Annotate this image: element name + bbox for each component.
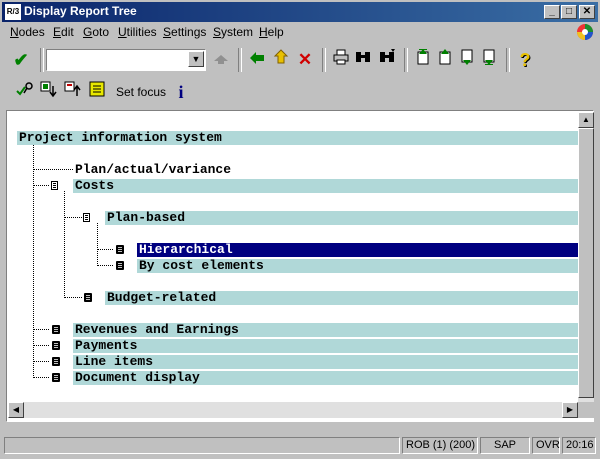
back-arrow-icon[interactable] bbox=[246, 49, 268, 71]
report-tree: Project information system Plan/actual/v… bbox=[6, 110, 594, 422]
list-icon[interactable] bbox=[86, 81, 108, 103]
enter-check-icon[interactable]: ✔ bbox=[10, 49, 32, 71]
find-icon[interactable] bbox=[352, 49, 374, 71]
tree-node-plan-actual-variance[interactable]: Plan/actual/variance bbox=[73, 163, 581, 177]
menu-system[interactable]: System bbox=[213, 25, 253, 39]
tree-connector bbox=[97, 223, 98, 266]
tree-connector bbox=[33, 361, 49, 362]
tree-connector bbox=[64, 297, 82, 298]
tree-node-hierarchical[interactable]: Hierarchical bbox=[137, 243, 581, 257]
title-bar: R/3 Display Report Tree _ □ ✕ bbox=[2, 2, 598, 22]
folder-icon bbox=[116, 261, 124, 270]
expanded-node-icon[interactable] bbox=[51, 181, 58, 190]
toolbar-separator bbox=[40, 48, 44, 72]
status-time: 20:16 bbox=[562, 437, 596, 454]
tree-node-by-cost-elements[interactable]: By cost elements bbox=[137, 259, 581, 273]
tree-node-line-items[interactable]: Line items bbox=[73, 355, 581, 369]
tree-node-plan-based[interactable]: Plan-based bbox=[105, 211, 581, 225]
folder-icon bbox=[116, 245, 124, 254]
maximize-button[interactable]: □ bbox=[561, 5, 577, 19]
toolbar-separator bbox=[506, 48, 510, 72]
save-icon[interactable] bbox=[210, 49, 232, 71]
first-page-icon[interactable] bbox=[412, 49, 434, 71]
expanded-node-icon[interactable] bbox=[83, 213, 90, 222]
menu-settings[interactable]: Settings bbox=[163, 25, 206, 39]
menu-goto[interactable]: Goto bbox=[83, 25, 109, 39]
print-icon[interactable] bbox=[330, 49, 352, 71]
scroll-right-icon[interactable]: ▶ bbox=[562, 402, 578, 418]
tree-connector bbox=[97, 249, 113, 250]
folder-icon bbox=[52, 373, 60, 382]
menu-help[interactable]: Help bbox=[259, 25, 284, 39]
tree-node-document-display[interactable]: Document display bbox=[73, 371, 581, 385]
folder-icon bbox=[84, 293, 92, 302]
tree-node-payments[interactable]: Payments bbox=[73, 339, 581, 353]
status-system-info[interactable]: ROB (1) (200) bbox=[402, 437, 478, 454]
menu-utilities[interactable]: Utilities bbox=[118, 25, 157, 39]
sap-logo-icon bbox=[577, 24, 593, 40]
toolbar-separator bbox=[238, 48, 242, 72]
command-dropdown-button[interactable]: ▼ bbox=[188, 51, 204, 67]
tree-connector bbox=[33, 145, 34, 378]
toolbar-separator bbox=[322, 48, 326, 72]
tree-node-budget-related[interactable]: Budget-related bbox=[105, 291, 581, 305]
window-title: Display Report Tree bbox=[24, 4, 137, 18]
tree-node-costs[interactable]: Costs bbox=[73, 179, 581, 193]
tree-connector bbox=[64, 191, 65, 298]
status-sap: SAP bbox=[480, 437, 530, 454]
status-message-area bbox=[4, 437, 400, 454]
tree-connector bbox=[97, 265, 113, 266]
scroll-up-icon[interactable]: ▲ bbox=[578, 112, 594, 128]
horizontal-scrollbar[interactable]: ◀ ▶ bbox=[8, 402, 578, 418]
info-icon[interactable]: i bbox=[170, 81, 192, 103]
tree-connector bbox=[64, 217, 82, 218]
toolbar-separator bbox=[404, 48, 408, 72]
cancel-x-icon[interactable]: ✕ bbox=[294, 49, 316, 71]
tree-root[interactable]: Project information system bbox=[17, 131, 581, 145]
tree-connector bbox=[33, 169, 75, 170]
help-question-icon[interactable]: ? bbox=[514, 49, 536, 71]
menu-bar: Nodes Edit Goto Utilities Settings Syste… bbox=[2, 22, 598, 42]
command-input[interactable] bbox=[48, 51, 188, 67]
tree-connector bbox=[33, 377, 49, 378]
close-button[interactable]: ✕ bbox=[579, 5, 595, 19]
set-focus-button[interactable]: Set focus bbox=[116, 85, 166, 99]
app-icon[interactable]: R/3 bbox=[5, 4, 21, 20]
folder-icon bbox=[52, 341, 60, 350]
status-mode[interactable]: OVR bbox=[532, 437, 560, 454]
standard-toolbar: ✔ ▼ ✕ ? bbox=[2, 44, 598, 76]
tree-connector bbox=[33, 345, 49, 346]
application-toolbar: Set focus i bbox=[2, 78, 598, 106]
vertical-scrollbar[interactable]: ▲ ▼ bbox=[578, 112, 594, 418]
collapse-subtree-icon[interactable] bbox=[62, 81, 84, 103]
next-page-icon[interactable] bbox=[456, 49, 478, 71]
scrollbar-corner bbox=[578, 402, 594, 418]
last-page-icon[interactable] bbox=[478, 49, 500, 71]
exit-up-icon[interactable] bbox=[270, 49, 292, 71]
scroll-left-icon[interactable]: ◀ bbox=[8, 402, 24, 418]
command-field[interactable]: ▼ bbox=[46, 49, 206, 71]
menu-edit[interactable]: Edit bbox=[53, 25, 74, 39]
minimize-button[interactable]: _ bbox=[544, 5, 560, 19]
tree-node-revenues-and-earnings[interactable]: Revenues and Earnings bbox=[73, 323, 581, 337]
tree-connector bbox=[33, 185, 49, 186]
vertical-scroll-thumb[interactable] bbox=[578, 128, 594, 398]
previous-page-icon[interactable] bbox=[434, 49, 456, 71]
find-next-icon[interactable] bbox=[376, 49, 398, 71]
tree-connector bbox=[33, 329, 49, 330]
folder-icon bbox=[52, 357, 60, 366]
select-key-icon[interactable] bbox=[14, 81, 36, 103]
status-bar: ROB (1) (200) SAP OVR 20:16 bbox=[2, 434, 598, 456]
expand-subtree-icon[interactable] bbox=[38, 81, 60, 103]
menu-nodes[interactable]: Nodes bbox=[10, 25, 45, 39]
folder-icon bbox=[52, 325, 60, 334]
